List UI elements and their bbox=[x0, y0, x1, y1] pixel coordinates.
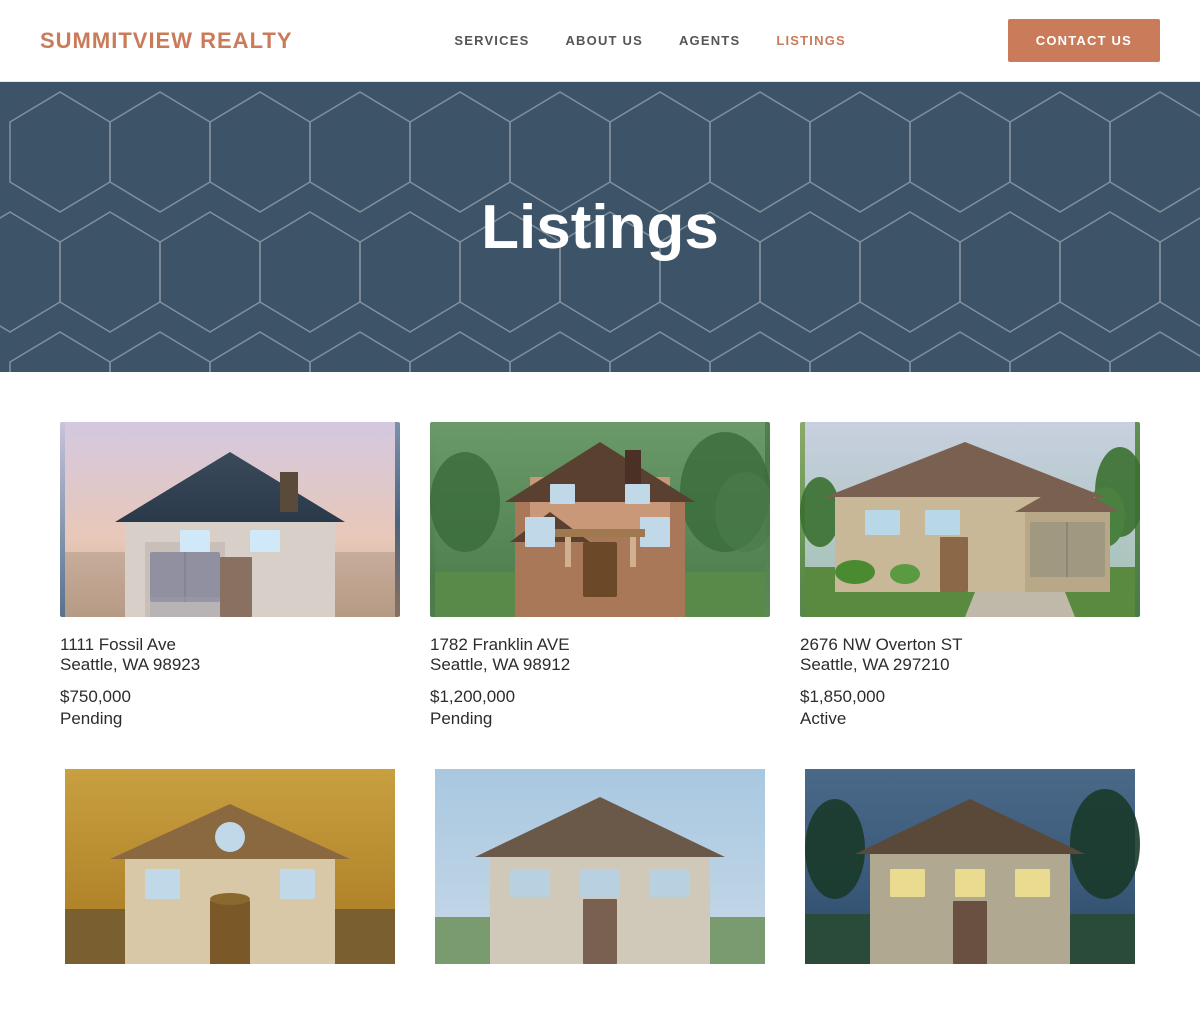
listing-image-3 bbox=[800, 422, 1140, 617]
listing-address-line2: Seattle, WA 297210 bbox=[800, 655, 1140, 675]
nav-item-services[interactable]: SERVICES bbox=[454, 32, 529, 50]
listings-section: 1111 Fossil Ave Seattle, WA 98923 $750,0… bbox=[0, 372, 1200, 1014]
listing-image-4 bbox=[60, 769, 400, 964]
nav-link-services[interactable]: SERVICES bbox=[454, 33, 529, 48]
listing-status: Pending bbox=[430, 709, 770, 729]
listing-info-3: 2676 NW Overton ST Seattle, WA 297210 $1… bbox=[800, 617, 1140, 729]
listing-price: $1,200,000 bbox=[430, 687, 770, 707]
listing-status: Pending bbox=[60, 709, 400, 729]
listing-address-line1: 2676 NW Overton ST bbox=[800, 635, 1140, 655]
listing-price: $750,000 bbox=[60, 687, 400, 707]
listing-card[interactable] bbox=[60, 769, 400, 964]
listing-image-2 bbox=[430, 422, 770, 617]
nav-item-agents[interactable]: AGENTS bbox=[679, 32, 740, 50]
listing-card[interactable] bbox=[430, 769, 770, 964]
nav-link-listings[interactable]: LISTINGS bbox=[776, 33, 846, 48]
nav-link-about[interactable]: ABOUT US bbox=[565, 33, 643, 48]
listings-grid: 1111 Fossil Ave Seattle, WA 98923 $750,0… bbox=[60, 422, 1140, 964]
brand-name-part2: REALTY bbox=[200, 28, 292, 53]
brand-logo[interactable]: SUMMITVIEW REALTY bbox=[40, 28, 293, 54]
listing-card[interactable]: 1782 Franklin AVE Seattle, WA 98912 $1,2… bbox=[430, 422, 770, 729]
listing-card[interactable] bbox=[800, 769, 1140, 964]
listing-info-1: 1111 Fossil Ave Seattle, WA 98923 $750,0… bbox=[60, 617, 400, 729]
listing-address-line2: Seattle, WA 98923 bbox=[60, 655, 400, 675]
listing-card[interactable]: 2676 NW Overton ST Seattle, WA 297210 $1… bbox=[800, 422, 1140, 729]
listing-image-6 bbox=[800, 769, 1140, 964]
nav-link-agents[interactable]: AGENTS bbox=[679, 33, 740, 48]
navbar: SUMMITVIEW REALTY SERVICES ABOUT US AGEN… bbox=[0, 0, 1200, 82]
listing-info-2: 1782 Franklin AVE Seattle, WA 98912 $1,2… bbox=[430, 617, 770, 729]
contact-us-button[interactable]: CONTACT US bbox=[1008, 19, 1160, 62]
listing-status: Active bbox=[800, 709, 1140, 729]
listing-card[interactable]: 1111 Fossil Ave Seattle, WA 98923 $750,0… bbox=[60, 422, 400, 729]
nav-item-listings[interactable]: LISTINGS bbox=[776, 32, 846, 50]
listing-address-line2: Seattle, WA 98912 bbox=[430, 655, 770, 675]
listing-image-1 bbox=[60, 422, 400, 617]
brand-name-part1: SUMMITVIEW bbox=[40, 28, 193, 53]
listing-address-line1: 1782 Franklin AVE bbox=[430, 635, 770, 655]
listing-price: $1,850,000 bbox=[800, 687, 1140, 707]
listing-address-line1: 1111 Fossil Ave bbox=[60, 635, 400, 655]
hero-title: Listings bbox=[481, 192, 719, 263]
listing-image-5 bbox=[430, 769, 770, 964]
nav-item-about[interactable]: ABOUT US bbox=[565, 32, 643, 50]
nav-links: SERVICES ABOUT US AGENTS LISTINGS bbox=[454, 32, 846, 50]
hero-banner: Listings bbox=[0, 82, 1200, 372]
